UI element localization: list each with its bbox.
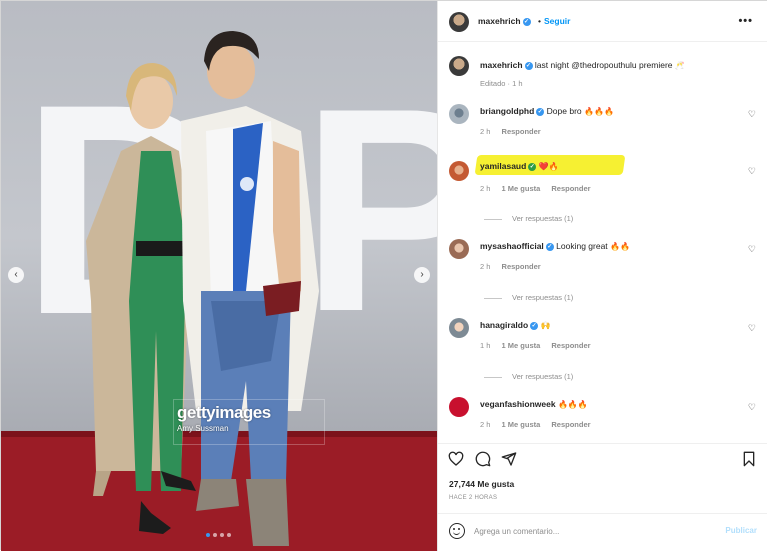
comment-username[interactable]: yamilasaud (480, 161, 526, 171)
instagram-post-modal: D P (0, 0, 767, 551)
getty-watermark: gettyimages Amy Sussman (177, 403, 271, 433)
chevron-right-icon[interactable]: › (414, 267, 430, 283)
avatar[interactable] (449, 104, 469, 124)
view-replies-button[interactable]: Ver respuestas (1) (484, 372, 573, 381)
header-username[interactable]: maxehrich ✓ (478, 16, 531, 26)
comment-text: Looking great (556, 241, 608, 251)
verified-icon: ✓ (524, 61, 533, 70)
comment-emoji: 🔥🔥🔥 (584, 107, 614, 116)
comment-time: 2 h (480, 184, 491, 193)
post-photo[interactable]: D P (1, 1, 437, 551)
heart-icon[interactable] (448, 451, 464, 467)
header-separator: • (538, 16, 541, 26)
reply-button[interactable]: Responder (502, 262, 541, 271)
verified-icon: ✓ (528, 162, 537, 171)
comment: mysashaofficial ✓ Looking great 🔥🔥 (480, 241, 630, 251)
chevron-left-icon[interactable]: ‹ (8, 267, 24, 283)
avatar[interactable] (449, 239, 469, 259)
post-side-panel: maxehrich ✓ • Seguir ••• maxehrich ✓ last n… (437, 1, 767, 551)
carousel-dot (220, 533, 224, 537)
comment-username[interactable]: veganfashionweek (480, 399, 556, 409)
comment-meta: 2 h 1 Me gusta Responder (480, 420, 600, 429)
verified-icon: ✓ (530, 321, 539, 330)
watermark-brand: gettyimages (177, 403, 271, 422)
post-comment-button[interactable]: Publicar (725, 526, 757, 535)
caption-meta: Editado · 1 h (480, 79, 523, 88)
like-heart-icon[interactable]: ♡ (748, 109, 756, 120)
comment-time: 2 h (480, 420, 491, 429)
comment-likes[interactable]: 1 Me gusta (502, 184, 541, 193)
caption-text: last night @thedropouthulu premiere (534, 60, 673, 70)
caption-emoji: 🥂 (674, 61, 685, 70)
comment-username[interactable]: hanagiraldo (480, 320, 528, 330)
comment-icon[interactable] (475, 451, 491, 467)
comment: hanagiraldo ✓ 🙌 (480, 320, 551, 330)
comment-meta: 2 h Responder (480, 127, 550, 136)
like-heart-icon[interactable]: ♡ (748, 402, 756, 413)
comment: briangoldphd ✓ Dope bro 🔥🔥🔥 (480, 106, 614, 116)
reply-button[interactable]: Responder (502, 127, 541, 136)
view-replies-button[interactable]: Ver respuestas (1) (484, 214, 573, 223)
watermark-credit: Amy Sussman (177, 424, 229, 433)
share-icon[interactable] (501, 451, 517, 467)
comment-meta: 2 h 1 Me gusta Responder (480, 184, 600, 193)
avatar[interactable] (449, 56, 469, 76)
like-heart-icon[interactable]: ♡ (748, 244, 756, 255)
avatar[interactable] (449, 318, 469, 338)
comment-username[interactable]: mysashaofficial (480, 241, 544, 251)
emoji-icon[interactable] (449, 523, 465, 539)
comment-input[interactable] (474, 523, 704, 539)
reply-button[interactable]: Responder (551, 341, 590, 350)
verified-icon: ✓ (522, 17, 531, 26)
comment-likes[interactable]: 1 Me gusta (502, 420, 541, 429)
comment: veganfashionweek 🔥🔥🔥 (480, 399, 588, 409)
view-replies-button[interactable]: Ver respuestas (1) (484, 293, 573, 302)
comment-meta: 2 h Responder (480, 262, 550, 271)
post-header: maxehrich ✓ • Seguir ••• (438, 1, 767, 42)
comment: yamilasaud ✓ ❤️🔥 (480, 161, 559, 171)
verified-icon: ✓ (545, 242, 554, 251)
carousel-dot (213, 533, 217, 537)
comment-emoji: 🙌 (540, 321, 551, 330)
comment-emoji: ❤️🔥 (538, 162, 559, 171)
comment-emoji: 🔥🔥 (610, 242, 630, 251)
follow-label[interactable]: Seguir (544, 16, 570, 26)
comment-time: 2 h (480, 262, 491, 271)
carousel-dot (206, 533, 210, 537)
people-illustration (86, 31, 319, 546)
follow-button[interactable]: • Seguir (538, 16, 570, 26)
likes-count[interactable]: 27,744 Me gusta (449, 479, 514, 489)
comment-time: 2 h (480, 127, 491, 136)
carousel-dot (227, 533, 231, 537)
avatar[interactable] (449, 12, 469, 32)
comment-meta: 1 h 1 Me gusta Responder (480, 341, 600, 350)
comment-emoji: 🔥🔥🔥 (557, 400, 588, 409)
verified-icon: ✓ (536, 107, 545, 116)
carousel-dots (206, 533, 231, 537)
header-username-text[interactable]: maxehrich (478, 16, 521, 26)
like-heart-icon[interactable]: ♡ (748, 166, 756, 177)
comment-likes[interactable]: 1 Me gusta (502, 341, 541, 350)
comment-text: Dope bro (546, 106, 582, 116)
avatar[interactable] (449, 397, 469, 417)
post-time: HACE 2 HORAS (449, 495, 498, 501)
caption-username[interactable]: maxehrich (480, 60, 523, 70)
comment-time: 1 h (480, 341, 491, 350)
caption: maxehrich ✓ last night @thedropouthulu pr… (480, 60, 685, 70)
comment-username[interactable]: briangoldphd (480, 106, 534, 116)
like-heart-icon[interactable]: ♡ (748, 323, 756, 334)
bookmark-icon[interactable] (741, 451, 757, 467)
more-icon[interactable]: ••• (738, 15, 753, 27)
add-comment-bar: Publicar (438, 513, 767, 549)
reply-button[interactable]: Responder (551, 184, 590, 193)
avatar[interactable] (449, 161, 469, 181)
reply-button[interactable]: Responder (551, 420, 590, 429)
